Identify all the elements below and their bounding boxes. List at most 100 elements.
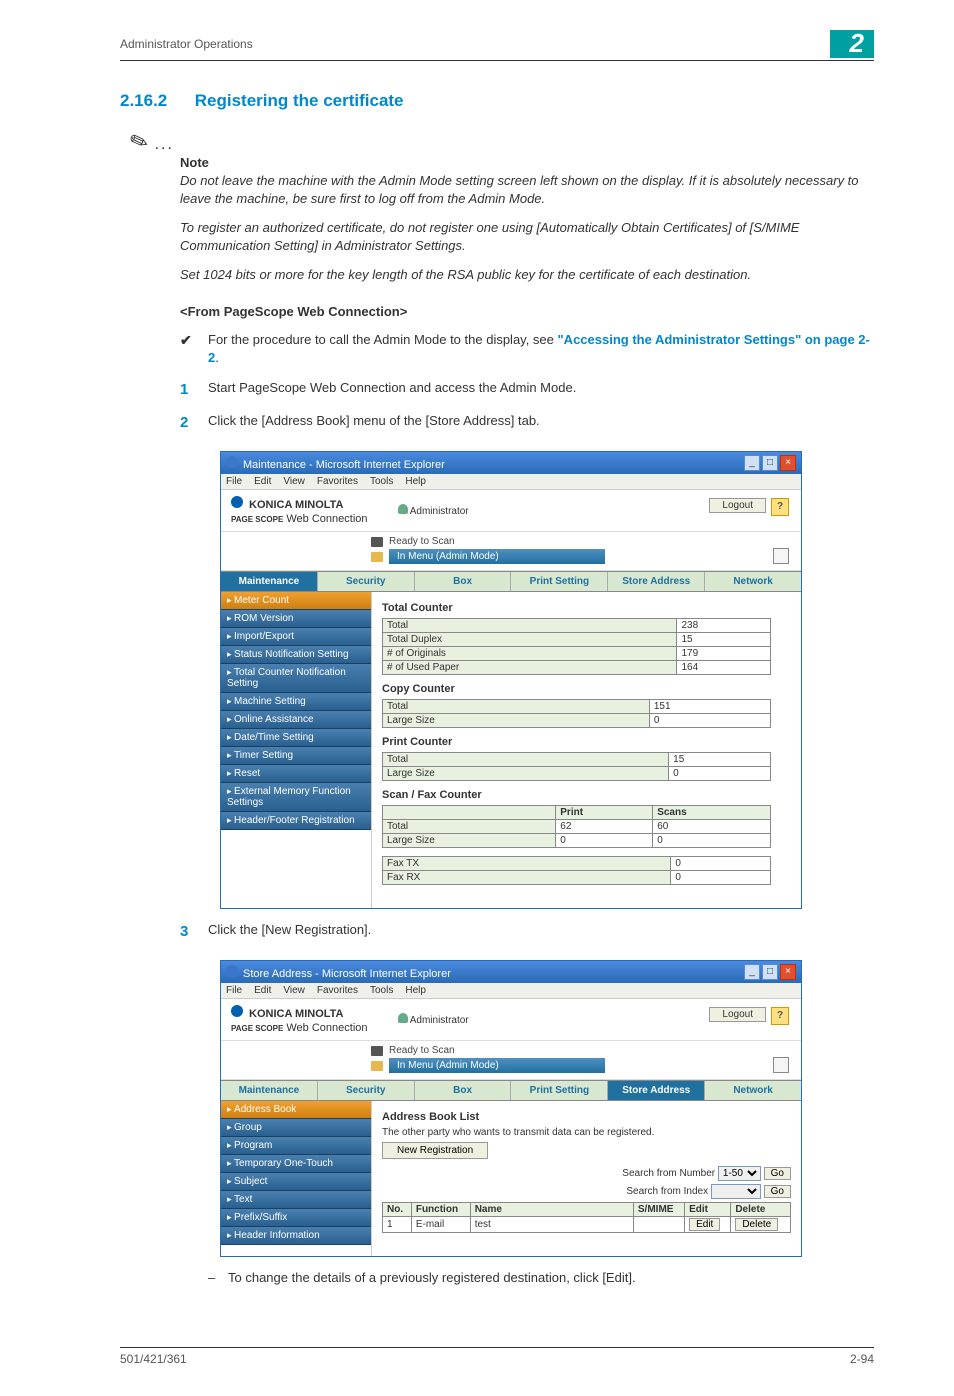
step-3-text: Click the [New Registration]. xyxy=(208,921,371,942)
search-from-number-label: Search from Number xyxy=(622,1168,715,1179)
refresh-icon[interactable] xyxy=(773,548,789,564)
window-controls[interactable]: _□× xyxy=(742,455,796,471)
logout-button[interactable]: Logout xyxy=(709,498,766,513)
webconnection-logo: PAGE SCOPE Web Connection xyxy=(231,1022,368,1034)
close-icon[interactable]: × xyxy=(780,455,796,471)
tab-print-setting[interactable]: Print Setting xyxy=(511,1081,608,1100)
sidebar-item-header-info[interactable]: Header Information xyxy=(221,1227,371,1245)
tab-network[interactable]: Network xyxy=(705,572,801,591)
tab-security[interactable]: Security xyxy=(318,1081,415,1100)
breadcrumb: Administrator Operations xyxy=(120,37,253,51)
help-button[interactable]: ? xyxy=(771,1007,789,1025)
ie-icon xyxy=(226,456,238,468)
window-title: Maintenance - Microsoft Internet Explore… xyxy=(243,459,445,471)
search-index-select[interactable] xyxy=(711,1184,761,1199)
refresh-icon[interactable] xyxy=(773,1057,789,1073)
tab-network[interactable]: Network xyxy=(705,1081,801,1100)
sidebar-item-address-book[interactable]: Address Book xyxy=(221,1101,371,1119)
printer-icon xyxy=(371,537,383,547)
sidebar-item-ext-memory[interactable]: External Memory Function Settings xyxy=(221,783,371,812)
user-icon xyxy=(398,1013,408,1023)
sidebar-item-reset[interactable]: Reset xyxy=(221,765,371,783)
footer-left: 501/421/361 xyxy=(120,1352,187,1366)
search-number-select[interactable]: 1-50 xyxy=(718,1166,761,1181)
step-number-1: 1 xyxy=(180,379,208,400)
sidebar-item-import-export[interactable]: Import/Export xyxy=(221,628,371,646)
user-icon xyxy=(398,504,408,514)
sidebar-item-rom-version[interactable]: ROM Version xyxy=(221,610,371,628)
step-number-3: 3 xyxy=(180,921,208,942)
status-mode: In Menu (Admin Mode) xyxy=(389,1058,605,1073)
fax-txrx-table: Fax TX0 Fax RX0 xyxy=(382,856,771,885)
window-controls[interactable]: _□× xyxy=(742,964,796,980)
print-counter-title: Print Counter xyxy=(382,736,791,748)
help-button[interactable]: ? xyxy=(771,498,789,516)
delete-button[interactable]: Delete xyxy=(735,1218,778,1231)
screenshot-store-address-window: Store Address - Microsoft Internet Explo… xyxy=(220,960,802,1257)
maximize-icon[interactable]: □ xyxy=(762,964,778,980)
total-counter-title: Total Counter xyxy=(382,602,791,614)
sidebar-item-meter-count[interactable]: Meter Count xyxy=(221,592,371,610)
tab-maintenance[interactable]: Maintenance xyxy=(221,572,318,591)
footer-right: 2-94 xyxy=(850,1352,874,1366)
browser-menubar[interactable]: FileEditViewFavoritesToolsHelp xyxy=(221,983,801,999)
browser-menubar[interactable]: FileEditViewFavoritesToolsHelp xyxy=(221,474,801,490)
status-ready: Ready to Scan xyxy=(389,536,455,547)
sidebar-item-online-assist[interactable]: Online Assistance xyxy=(221,711,371,729)
tab-print-setting[interactable]: Print Setting xyxy=(511,572,608,591)
note-label: Note xyxy=(180,155,874,170)
logout-button[interactable]: Logout xyxy=(709,1007,766,1022)
note-para-2: To register an authorized certificate, d… xyxy=(180,219,874,254)
sidebar-item-program[interactable]: Program xyxy=(221,1137,371,1155)
webconnection-logo: PAGE SCOPE Web Connection xyxy=(231,513,368,525)
edit-button[interactable]: Edit xyxy=(689,1218,720,1231)
address-book-desc: The other party who wants to transmit da… xyxy=(382,1127,791,1138)
go-button-index[interactable]: Go xyxy=(764,1185,791,1198)
minimize-icon[interactable]: _ xyxy=(744,964,760,980)
ie-icon xyxy=(226,965,238,977)
chapter-badge: 2 xyxy=(830,30,874,58)
sidebar-item-header-footer[interactable]: Header/Footer Registration xyxy=(221,812,371,830)
go-button-number[interactable]: Go xyxy=(764,1167,791,1180)
sidebar-item-machine-setting[interactable]: Machine Setting xyxy=(221,693,371,711)
tab-security[interactable]: Security xyxy=(318,572,415,591)
brand-text: KONICA MINOLTA xyxy=(249,499,344,511)
post-step-3-text: To change the details of a previously re… xyxy=(228,1269,636,1287)
bullet-text: For the procedure to call the Admin Mode… xyxy=(208,331,874,367)
status-mode: In Menu (Admin Mode) xyxy=(389,549,605,564)
sidebar: Address Book Group Program Temporary One… xyxy=(221,1101,372,1256)
sidebar-item-prefix-suffix[interactable]: Prefix/Suffix xyxy=(221,1209,371,1227)
admin-label: Administrator xyxy=(410,1015,469,1026)
folder-icon xyxy=(371,552,383,562)
close-icon[interactable]: × xyxy=(780,964,796,980)
address-book-list-title: Address Book List xyxy=(382,1111,791,1123)
folder-icon xyxy=(371,1061,383,1071)
print-counter-table: Total15 Large Size0 xyxy=(382,752,771,781)
new-registration-button[interactable]: New Registration xyxy=(382,1142,488,1159)
sidebar-item-datetime[interactable]: Date/Time Setting xyxy=(221,729,371,747)
tab-box[interactable]: Box xyxy=(415,572,512,591)
sidebar-item-timer[interactable]: Timer Setting xyxy=(221,747,371,765)
note-icon: ✎ ... xyxy=(130,129,874,155)
minimize-icon[interactable]: _ xyxy=(744,455,760,471)
tab-store-address[interactable]: Store Address xyxy=(608,572,705,591)
note-para-3: Set 1024 bits or more for the key length… xyxy=(180,266,874,284)
table-row: 1E-mailtest Edit Delete xyxy=(383,1217,791,1233)
sidebar-item-subject[interactable]: Subject xyxy=(221,1173,371,1191)
sidebar-item-group[interactable]: Group xyxy=(221,1119,371,1137)
window-title-2: Store Address - Microsoft Internet Explo… xyxy=(243,968,451,980)
maximize-icon[interactable]: □ xyxy=(762,455,778,471)
tab-maintenance[interactable]: Maintenance xyxy=(221,1081,318,1100)
dash-marker: – xyxy=(208,1269,228,1287)
subsection-heading: <From PageScope Web Connection> xyxy=(180,304,874,319)
sidebar-item-text[interactable]: Text xyxy=(221,1191,371,1209)
tab-store-address[interactable]: Store Address xyxy=(608,1081,705,1100)
tab-box[interactable]: Box xyxy=(415,1081,512,1100)
search-from-index-label: Search from Index xyxy=(626,1186,708,1197)
sidebar-item-total-counter-notif[interactable]: Total Counter Notification Setting xyxy=(221,664,371,693)
km-logo-icon xyxy=(231,496,243,508)
step-1-text: Start PageScope Web Connection and acces… xyxy=(208,379,576,400)
step-number-2: 2 xyxy=(180,412,208,433)
sidebar-item-temp-onetouch[interactable]: Temporary One-Touch xyxy=(221,1155,371,1173)
sidebar-item-status-notif[interactable]: Status Notification Setting xyxy=(221,646,371,664)
